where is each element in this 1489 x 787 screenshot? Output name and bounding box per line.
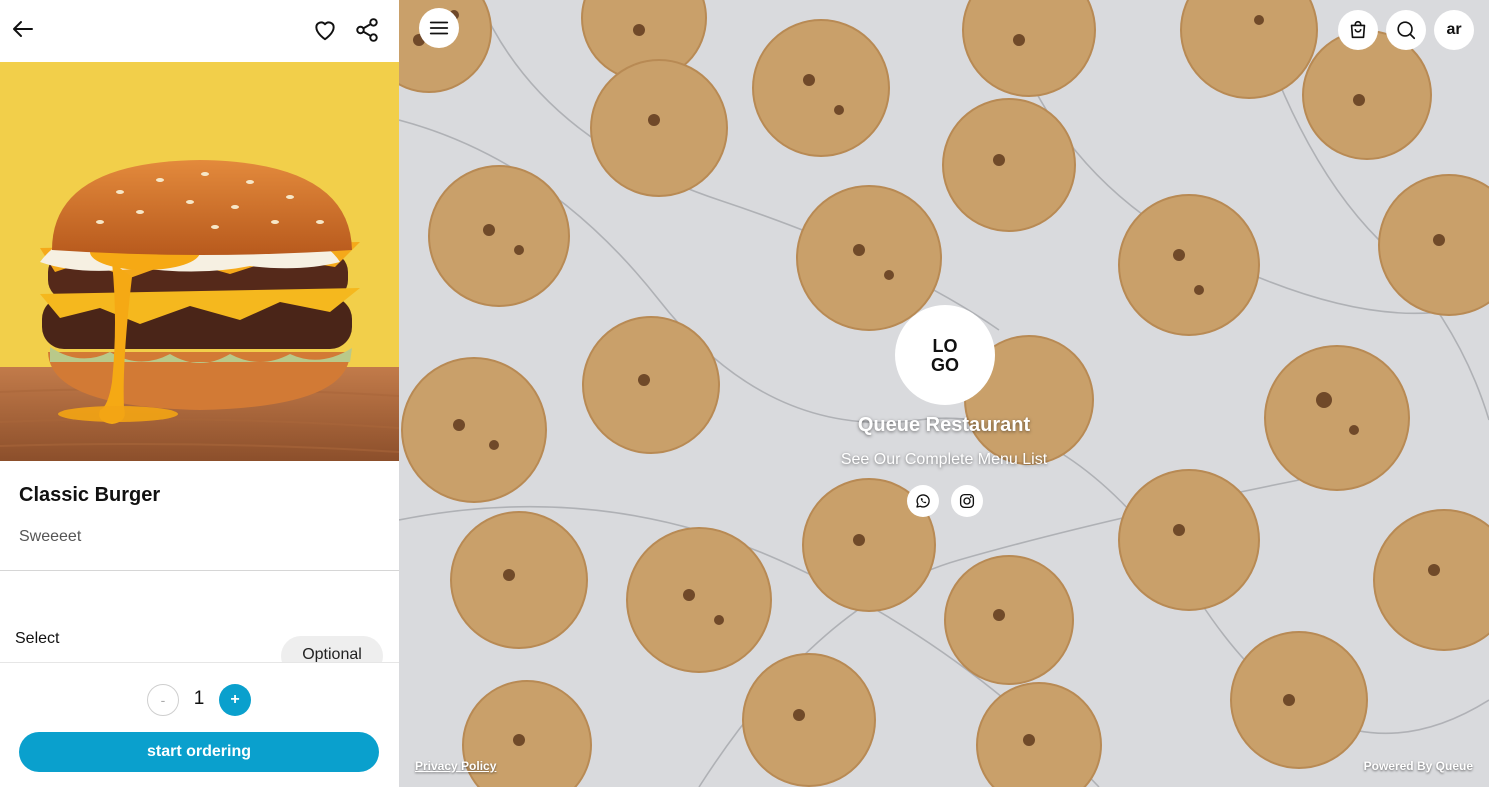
restaurant-tagline: See Our Complete Menu List [840, 451, 1048, 468]
cart-button[interactable] [1338, 10, 1378, 50]
instagram-link[interactable] [951, 485, 983, 517]
share-button[interactable] [352, 15, 382, 45]
logo-text-bottom: GO [931, 355, 959, 375]
search-icon [1397, 21, 1416, 40]
favorite-button[interactable] [310, 15, 340, 45]
privacy-policy-link[interactable]: Privacy Policy [415, 759, 496, 773]
search-button[interactable] [1386, 10, 1426, 50]
product-panel: Classic Burger Sweeeet Select Optional -… [0, 0, 399, 787]
shopping-bag-icon [1350, 20, 1366, 39]
option-group-label: Select [15, 630, 60, 647]
order-footer: - 1 + start ordering [0, 662, 399, 787]
whatsapp-link[interactable] [907, 485, 939, 517]
restaurant-hero: ar LO GO Queue Restaurant See Our Comple… [399, 0, 1489, 787]
quantity-decrease-button[interactable]: - [147, 684, 179, 716]
hamburger-icon [429, 21, 449, 35]
arrow-left-icon [13, 21, 33, 37]
heart-icon [315, 21, 335, 41]
powered-by-label: Powered By Queue [1363, 759, 1473, 773]
back-button[interactable] [8, 14, 38, 44]
quantity-increase-button[interactable]: + [219, 684, 251, 716]
restaurant-name: Queue Restaurant [857, 414, 1031, 436]
product-image [0, 62, 399, 461]
product-panel-header [0, 0, 399, 62]
logo-text-top: LO [933, 336, 958, 356]
start-ordering-button[interactable]: start ordering [19, 732, 379, 772]
whatsapp-icon [916, 494, 930, 508]
instagram-icon [959, 493, 975, 509]
product-name: Classic Burger [19, 484, 161, 506]
section-divider [0, 570, 399, 571]
quantity-value: 1 [193, 688, 205, 709]
language-switch-button[interactable]: ar [1434, 10, 1474, 50]
share-icon [356, 18, 378, 42]
menu-button[interactable] [419, 8, 459, 48]
restaurant-logo: LO GO [895, 305, 995, 405]
product-description: Sweeeet [19, 528, 82, 545]
